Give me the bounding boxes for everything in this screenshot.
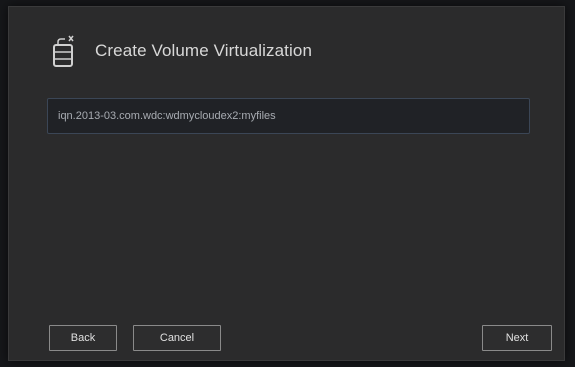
iqn-field[interactable] xyxy=(47,98,530,134)
back-button[interactable]: Back xyxy=(49,325,117,351)
next-button[interactable]: Next xyxy=(482,325,552,351)
dialog-header: Create Volume Virtualization xyxy=(47,33,312,69)
cancel-button[interactable]: Cancel xyxy=(133,325,221,351)
screen-background: Create Volume Virtualization Back Cancel… xyxy=(0,0,575,367)
volume-add-icon xyxy=(53,35,74,67)
create-volume-virtualization-dialog: Create Volume Virtualization Back Cancel… xyxy=(8,6,565,361)
dialog-title: Create Volume Virtualization xyxy=(95,41,312,60)
